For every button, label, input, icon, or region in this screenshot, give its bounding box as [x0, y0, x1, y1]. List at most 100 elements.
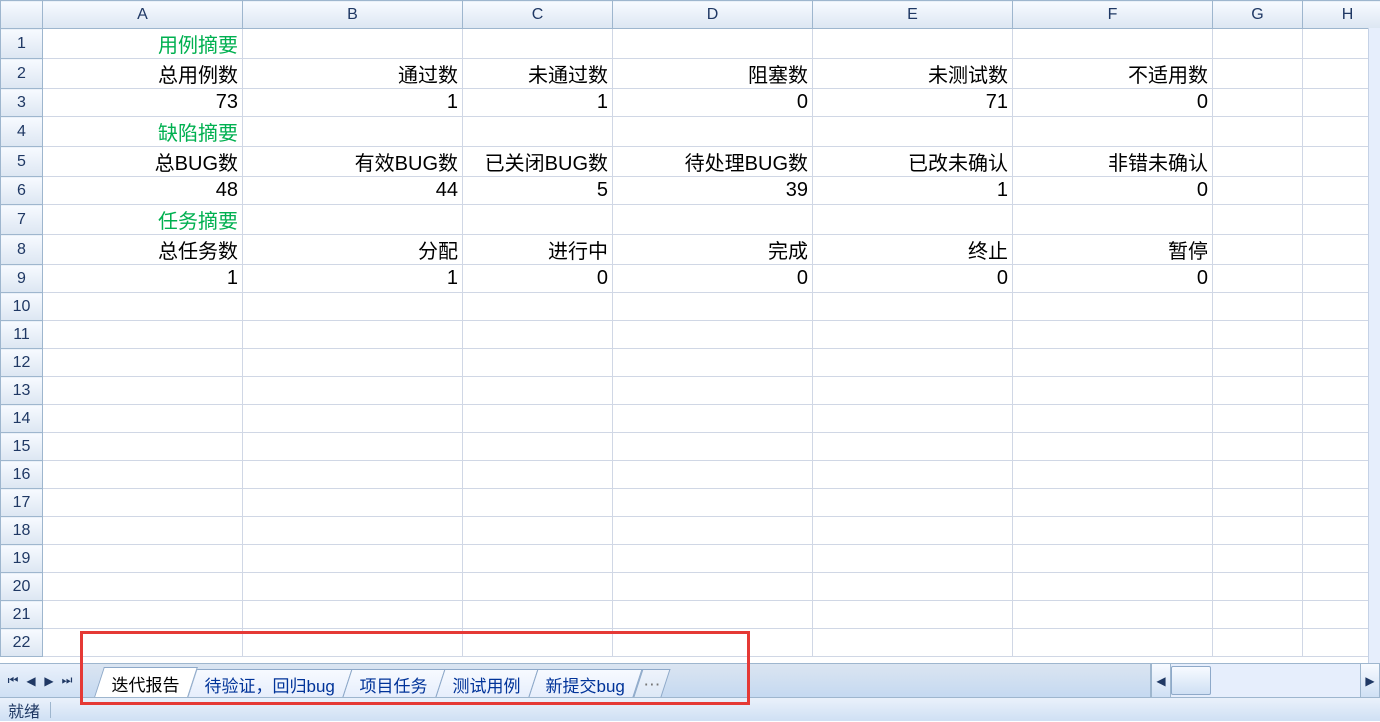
- row-header-6[interactable]: 6: [1, 177, 43, 205]
- cell-D21[interactable]: [613, 601, 813, 629]
- cell-D11[interactable]: [613, 321, 813, 349]
- cell-A3[interactable]: 73: [43, 89, 243, 117]
- cell-B18[interactable]: [243, 517, 463, 545]
- column-header-F[interactable]: F: [1013, 1, 1213, 29]
- cell-A21[interactable]: [43, 601, 243, 629]
- column-header-E[interactable]: E: [813, 1, 1013, 29]
- cell-F16[interactable]: [1013, 461, 1213, 489]
- cell-C22[interactable]: [463, 629, 613, 657]
- cell-D18[interactable]: [613, 517, 813, 545]
- cell-B2[interactable]: 通过数: [243, 59, 463, 89]
- cell-D2[interactable]: 阻塞数: [613, 59, 813, 89]
- cell-C2[interactable]: 未通过数: [463, 59, 613, 89]
- cell-F15[interactable]: [1013, 433, 1213, 461]
- cell-G11[interactable]: [1213, 321, 1303, 349]
- cell-E2[interactable]: 未测试数: [813, 59, 1013, 89]
- cell-C15[interactable]: [463, 433, 613, 461]
- cell-B11[interactable]: [243, 321, 463, 349]
- cell-A10[interactable]: [43, 293, 243, 321]
- cell-B3[interactable]: 1: [243, 89, 463, 117]
- cell-A22[interactable]: [43, 629, 243, 657]
- cell-B10[interactable]: [243, 293, 463, 321]
- column-header-H[interactable]: H: [1303, 1, 1380, 29]
- cell-E5[interactable]: 已改未确认: [813, 147, 1013, 177]
- cell-E12[interactable]: [813, 349, 1013, 377]
- cell-G21[interactable]: [1213, 601, 1303, 629]
- sheet-tab-2[interactable]: 项目任务: [343, 669, 446, 697]
- row-header-12[interactable]: 12: [1, 349, 43, 377]
- cell-G5[interactable]: [1213, 147, 1303, 177]
- cell-E19[interactable]: [813, 545, 1013, 573]
- row-header-22[interactable]: 22: [1, 629, 43, 657]
- select-all-corner[interactable]: [1, 1, 43, 29]
- cell-C17[interactable]: [463, 489, 613, 517]
- cell-A17[interactable]: [43, 489, 243, 517]
- cell-F9[interactable]: 0: [1013, 265, 1213, 293]
- sheet-tab-0[interactable]: 迭代报告: [94, 667, 198, 697]
- cell-C1[interactable]: [463, 29, 613, 59]
- cell-D8[interactable]: 完成: [613, 235, 813, 265]
- cell-A7[interactable]: 任务摘要: [43, 205, 243, 235]
- row-header-8[interactable]: 8: [1, 235, 43, 265]
- cell-C4[interactable]: [463, 117, 613, 147]
- cell-D1[interactable]: [613, 29, 813, 59]
- cell-G10[interactable]: [1213, 293, 1303, 321]
- cell-E4[interactable]: [813, 117, 1013, 147]
- cell-D3[interactable]: 0: [613, 89, 813, 117]
- cell-A4[interactable]: 缺陷摘要: [43, 117, 243, 147]
- cell-F5[interactable]: 非错未确认: [1013, 147, 1213, 177]
- cell-A14[interactable]: [43, 405, 243, 433]
- row-header-1[interactable]: 1: [1, 29, 43, 59]
- hscroll-left-icon[interactable]: ◀: [1151, 664, 1171, 697]
- cell-G17[interactable]: [1213, 489, 1303, 517]
- sheet-nav-last-icon[interactable]: ⏭: [60, 674, 74, 688]
- cell-C6[interactable]: 5: [463, 177, 613, 205]
- cell-C14[interactable]: [463, 405, 613, 433]
- row-header-16[interactable]: 16: [1, 461, 43, 489]
- sheet-nav-first-icon[interactable]: ⏮: [6, 674, 20, 688]
- cell-B14[interactable]: [243, 405, 463, 433]
- cell-G19[interactable]: [1213, 545, 1303, 573]
- cell-F12[interactable]: [1013, 349, 1213, 377]
- cell-D10[interactable]: [613, 293, 813, 321]
- cell-F1[interactable]: [1013, 29, 1213, 59]
- row-header-15[interactable]: 15: [1, 433, 43, 461]
- cell-D12[interactable]: [613, 349, 813, 377]
- cell-F19[interactable]: [1013, 545, 1213, 573]
- cell-B8[interactable]: 分配: [243, 235, 463, 265]
- cell-D15[interactable]: [613, 433, 813, 461]
- cell-F18[interactable]: [1013, 517, 1213, 545]
- cell-D7[interactable]: [613, 205, 813, 235]
- cell-E9[interactable]: 0: [813, 265, 1013, 293]
- column-header-C[interactable]: C: [463, 1, 613, 29]
- cell-A2[interactable]: 总用例数: [43, 59, 243, 89]
- cell-E11[interactable]: [813, 321, 1013, 349]
- cell-B21[interactable]: [243, 601, 463, 629]
- cell-F4[interactable]: [1013, 117, 1213, 147]
- vertical-scrollbar[interactable]: [1368, 28, 1380, 663]
- cell-C10[interactable]: [463, 293, 613, 321]
- cell-E14[interactable]: [813, 405, 1013, 433]
- row-header-5[interactable]: 5: [1, 147, 43, 177]
- cell-B9[interactable]: 1: [243, 265, 463, 293]
- cell-A8[interactable]: 总任务数: [43, 235, 243, 265]
- cell-E10[interactable]: [813, 293, 1013, 321]
- cell-B17[interactable]: [243, 489, 463, 517]
- cell-A20[interactable]: [43, 573, 243, 601]
- cell-E18[interactable]: [813, 517, 1013, 545]
- cell-C18[interactable]: [463, 517, 613, 545]
- cell-E17[interactable]: [813, 489, 1013, 517]
- cell-C11[interactable]: [463, 321, 613, 349]
- cell-F14[interactable]: [1013, 405, 1213, 433]
- column-header-G[interactable]: G: [1213, 1, 1303, 29]
- cell-B5[interactable]: 有效BUG数: [243, 147, 463, 177]
- cell-F7[interactable]: [1013, 205, 1213, 235]
- cell-G22[interactable]: [1213, 629, 1303, 657]
- cell-G8[interactable]: [1213, 235, 1303, 265]
- sheet-tab-4[interactable]: 新提交bug: [529, 669, 643, 697]
- cell-A16[interactable]: [43, 461, 243, 489]
- row-header-20[interactable]: 20: [1, 573, 43, 601]
- cell-G15[interactable]: [1213, 433, 1303, 461]
- cell-E6[interactable]: 1: [813, 177, 1013, 205]
- hscroll-thumb[interactable]: [1171, 666, 1211, 695]
